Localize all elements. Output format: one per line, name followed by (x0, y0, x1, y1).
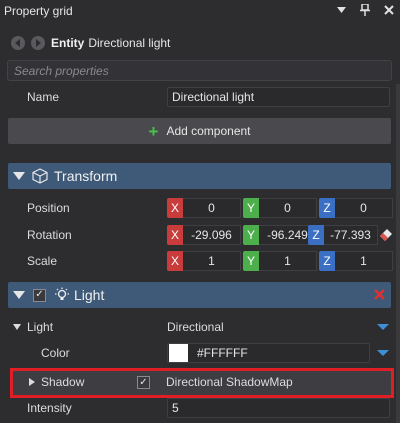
dropdown-arrow-icon[interactable] (377, 324, 389, 330)
shadow-type-value[interactable]: Directional ShadowMap (166, 375, 293, 389)
eraser-icon[interactable] (379, 228, 393, 242)
scale-x-field[interactable]: 1 (183, 251, 241, 271)
scale-z: Z 1 (319, 251, 393, 271)
search-box (7, 60, 392, 81)
axis-x-label: X (167, 225, 183, 245)
light-type-row: Light Directional (0, 314, 396, 340)
collapse-arrow-icon[interactable] (13, 291, 25, 299)
close-icon[interactable] (382, 3, 396, 17)
rotation-y: Y -96.249 (243, 225, 317, 245)
rotation-label: Rotation (27, 228, 72, 242)
rotation-x: X -29.096 (167, 225, 241, 245)
back-button[interactable] (11, 36, 25, 50)
name-label: Name (27, 90, 60, 104)
axis-z-label: Z (319, 198, 335, 218)
expand-arrow-icon[interactable] (13, 324, 21, 330)
light-type-value[interactable]: Directional (167, 320, 224, 334)
scrollbar[interactable] (396, 84, 400, 423)
dropdown-icon[interactable] (334, 3, 348, 17)
axis-x-label: X (167, 198, 183, 218)
axis-x-label: X (167, 251, 183, 271)
position-label: Position (27, 201, 70, 215)
light-type-label: Light (27, 320, 54, 334)
position-z: Z 0 (319, 198, 393, 218)
scale-y-field[interactable]: 1 (259, 251, 317, 271)
entity-kind-label: Entity (51, 36, 85, 50)
axis-y-label: Y (243, 225, 259, 245)
axis-y-label: Y (243, 198, 259, 218)
panel-title: Property grid (4, 4, 73, 18)
light-bulb-icon (54, 287, 70, 303)
light-section-header[interactable]: ✓ Light (8, 282, 391, 308)
shadow-enabled-checkbox[interactable]: ✓ (137, 376, 150, 389)
position-x-field[interactable]: 0 (183, 198, 241, 218)
intensity-row: Intensity 5 (0, 395, 396, 421)
position-y: Y 0 (243, 198, 317, 218)
axis-y-label: Y (243, 251, 259, 271)
axis-z-label: Z (308, 225, 324, 245)
collapse-arrow-icon[interactable] (13, 172, 25, 180)
forward-button[interactable] (31, 36, 45, 50)
plus-icon: + (148, 121, 159, 141)
intensity-field[interactable]: 5 (167, 398, 390, 418)
color-swatch[interactable] (169, 344, 188, 362)
position-row: Position X 0 Y 0 Z 0 (0, 195, 396, 221)
name-field[interactable]: Directional light (167, 87, 390, 107)
color-label: Color (41, 346, 70, 360)
name-row: Name Directional light (0, 84, 396, 110)
color-field[interactable]: #FFFFFF (167, 343, 370, 363)
rotation-row: Rotation X -29.096 Y -96.249 Z -77.393 (0, 222, 396, 248)
position-x: X 0 (167, 198, 241, 218)
position-z-field[interactable]: 0 (335, 198, 393, 218)
titlebar-buttons (334, 3, 396, 17)
transform-title: Transform (54, 168, 118, 184)
rotation-z: Z -77.393 (308, 225, 378, 245)
search-input[interactable] (8, 61, 391, 80)
rotation-x-field[interactable]: -29.096 (183, 225, 241, 245)
shadow-row-highlight: Shadow ✓ Directional ShadowMap (10, 368, 394, 398)
light-enabled-checkbox[interactable]: ✓ (33, 288, 46, 302)
shadow-label: Shadow (41, 375, 85, 389)
pin-icon[interactable] (358, 3, 372, 17)
scale-x: X 1 (167, 251, 241, 271)
intensity-label: Intensity (27, 401, 72, 415)
color-row: Color #FFFFFF (0, 340, 396, 366)
add-component-label: Add component (166, 124, 251, 138)
entity-name: Directional light (88, 36, 171, 50)
axis-z-label: Z (319, 251, 335, 271)
transform-section-header[interactable]: Transform (8, 163, 391, 189)
scale-label: Scale (27, 254, 58, 268)
scale-y: Y 1 (243, 251, 317, 271)
expand-arrow-icon[interactable] (29, 378, 35, 386)
dropdown-arrow-icon[interactable] (377, 350, 389, 356)
light-title: Light (74, 287, 105, 303)
add-component-button[interactable]: + Add component (8, 118, 391, 144)
color-hex-value: #FFFFFF (197, 346, 248, 360)
position-y-field[interactable]: 0 (259, 198, 317, 218)
entity-header: Entity Directional light (0, 26, 400, 60)
panel-titlebar: Property grid (0, 0, 400, 22)
scale-z-field[interactable]: 1 (335, 251, 393, 271)
scale-row: Scale X 1 Y 1 Z 1 (0, 248, 396, 274)
cube-icon (32, 168, 48, 184)
remove-component-icon[interactable] (374, 289, 385, 300)
rotation-z-field[interactable]: -77.393 (324, 225, 378, 245)
